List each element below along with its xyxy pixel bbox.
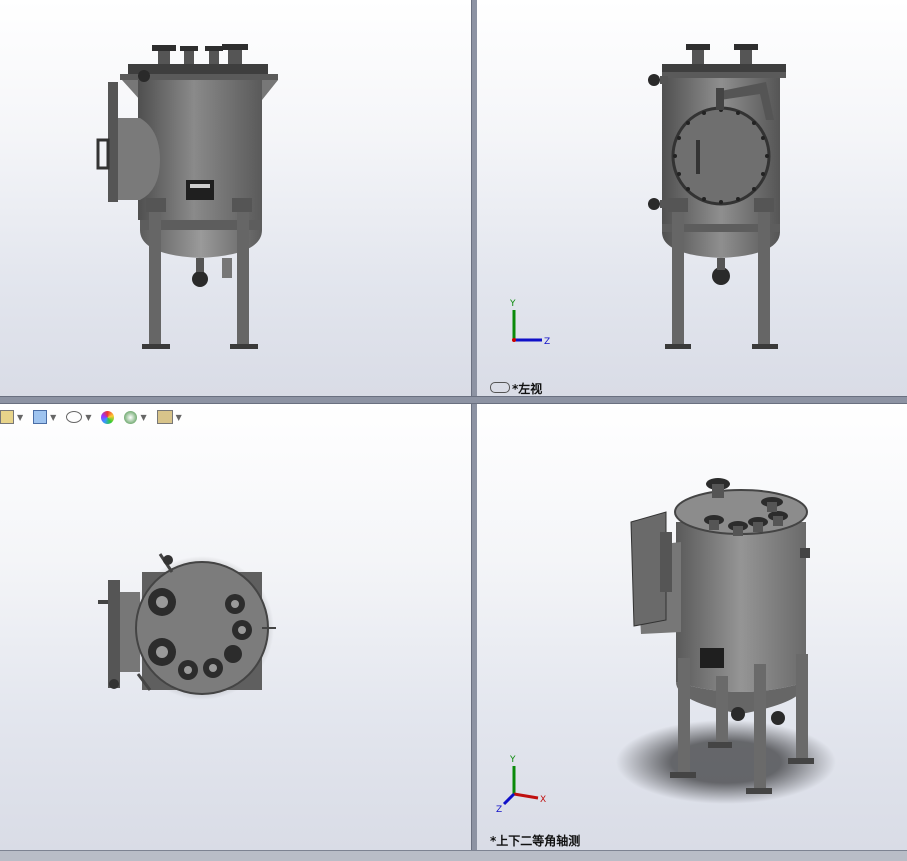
isometric-view-model: Y X Z	[496, 478, 836, 815]
viewport-isometric[interactable]: Y X Z *上下二等角轴测	[476, 402, 907, 850]
viewport-splitter-vertical[interactable]	[471, 0, 477, 850]
left-view-model: Y Z	[509, 44, 786, 349]
viewport-top[interactable]: ▼ ▼ ▼ ▼ ▼	[0, 402, 471, 850]
svg-text:X: X	[540, 795, 546, 805]
viewport-front[interactable]	[0, 0, 471, 396]
viewport-label-iso: *上下二等角轴测	[490, 834, 581, 848]
svg-text:Y: Y	[509, 755, 516, 765]
svg-text:Y: Y	[509, 299, 516, 309]
top-view-model	[98, 553, 276, 700]
coordinate-triad-iso: Y X Z	[496, 755, 546, 815]
status-bar	[0, 850, 907, 861]
svg-text:Z: Z	[544, 337, 550, 347]
viewport-label-left: *左视	[512, 382, 543, 396]
front-view-model	[96, 44, 278, 349]
viewport-splitter-horizontal[interactable]	[0, 396, 907, 404]
svg-text:Z: Z	[496, 805, 502, 815]
viewport-left[interactable]: Y Z *左视	[476, 0, 907, 396]
coordinate-triad-left: Y Z	[509, 299, 550, 347]
link-views-icon[interactable]	[490, 382, 510, 393]
